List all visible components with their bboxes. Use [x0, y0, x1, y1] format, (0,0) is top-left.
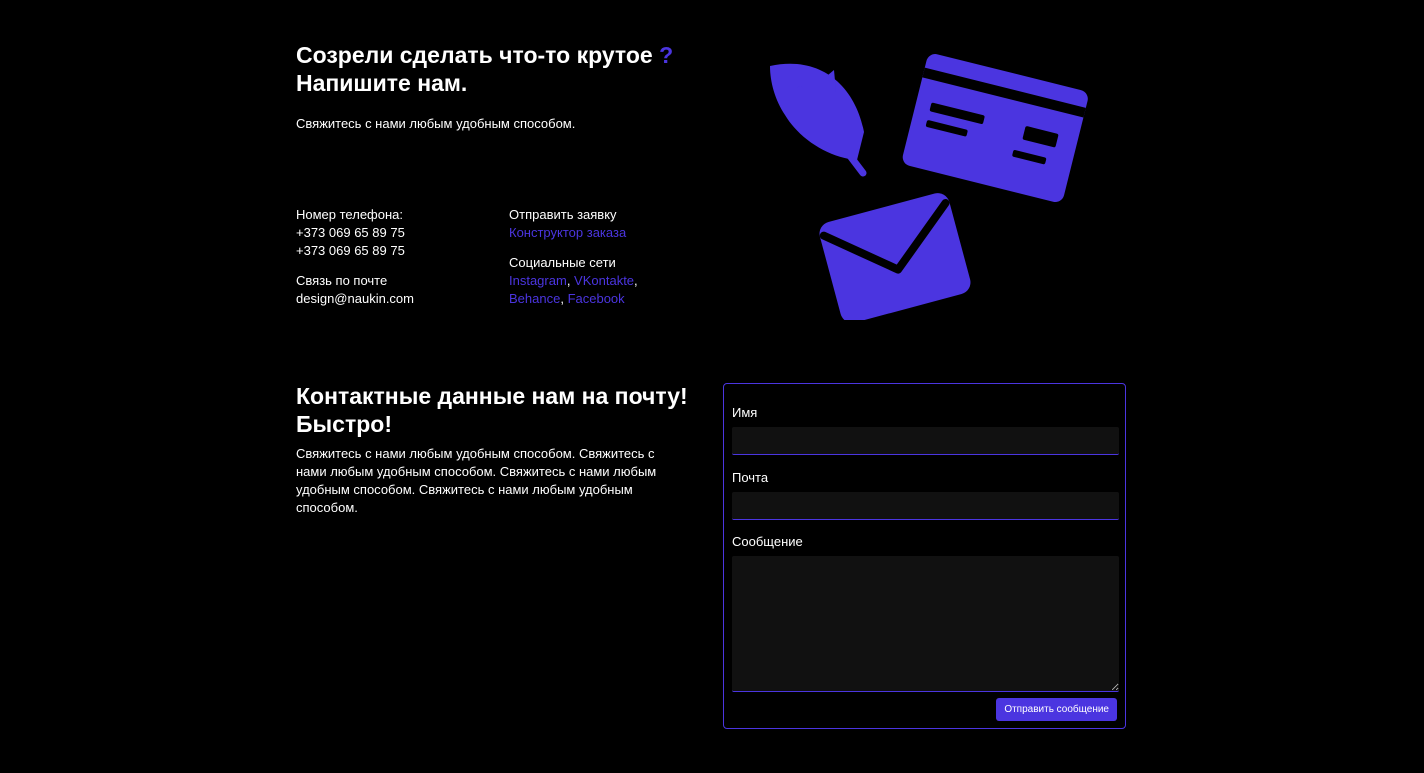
- vkontakte-link[interactable]: VKontakte: [574, 273, 634, 288]
- social-label: Социальные сети: [509, 255, 616, 270]
- contact-info-right: Отправить заявку Конструктор заказа Соци…: [509, 206, 638, 308]
- phone-number-2[interactable]: +373 069 65 89 75: [296, 242, 414, 260]
- contact-illustration: [770, 54, 1088, 320]
- contact-section-title: Контактные данные нам на почту! Быстро!: [296, 383, 688, 437]
- hero-subtitle: Свяжитесь с нами любым удобным способом.: [296, 116, 576, 131]
- behance-link[interactable]: Behance: [509, 291, 560, 306]
- phone-label: Номер телефона:: [296, 207, 403, 222]
- name-input[interactable]: [732, 427, 1119, 455]
- contact-info-left: Номер телефона: +373 069 65 89 75 +373 0…: [296, 206, 414, 308]
- message-textarea[interactable]: [732, 556, 1119, 692]
- phone-number-1[interactable]: +373 069 65 89 75: [296, 224, 414, 242]
- email-label: Связь по почте: [296, 273, 388, 288]
- order-constructor-link[interactable]: Конструктор заказа: [509, 225, 626, 240]
- facebook-link[interactable]: Facebook: [568, 291, 625, 306]
- name-label: Имя: [732, 405, 758, 420]
- email-field-label: Почта: [732, 470, 769, 485]
- order-label: Отправить заявку: [509, 207, 617, 222]
- credit-card-icon: [902, 54, 1088, 202]
- contact-page: Созрели сделать что-то крутое ? Напишите…: [0, 0, 1424, 773]
- hero-title-text: Созрели сделать что-то крутое: [296, 42, 653, 68]
- social-links-row-2: Behance, Facebook: [509, 291, 625, 306]
- message-label: Сообщение: [732, 534, 803, 549]
- send-message-button[interactable]: Отправить сообщение: [996, 698, 1117, 721]
- feather-icon: [770, 63, 867, 177]
- contact-section-text: Свяжитесь с нами любым удобным способом.…: [296, 446, 657, 515]
- social-links-row-1: Instagram, VKontakte,: [509, 273, 638, 288]
- hero-title-cta: Напишите нам.: [296, 70, 468, 96]
- hero-title-accent: ?: [659, 42, 674, 68]
- hero-title: Созрели сделать что-то крутое ? Напишите…: [296, 41, 696, 97]
- email-input[interactable]: [732, 492, 1119, 520]
- contact-form: Имя Почта Сообщение Отправить сообщение: [723, 383, 1126, 729]
- instagram-link[interactable]: Instagram: [509, 273, 567, 288]
- envelope-icon: [819, 193, 971, 320]
- email-address[interactable]: design@naukin.com: [296, 290, 414, 308]
